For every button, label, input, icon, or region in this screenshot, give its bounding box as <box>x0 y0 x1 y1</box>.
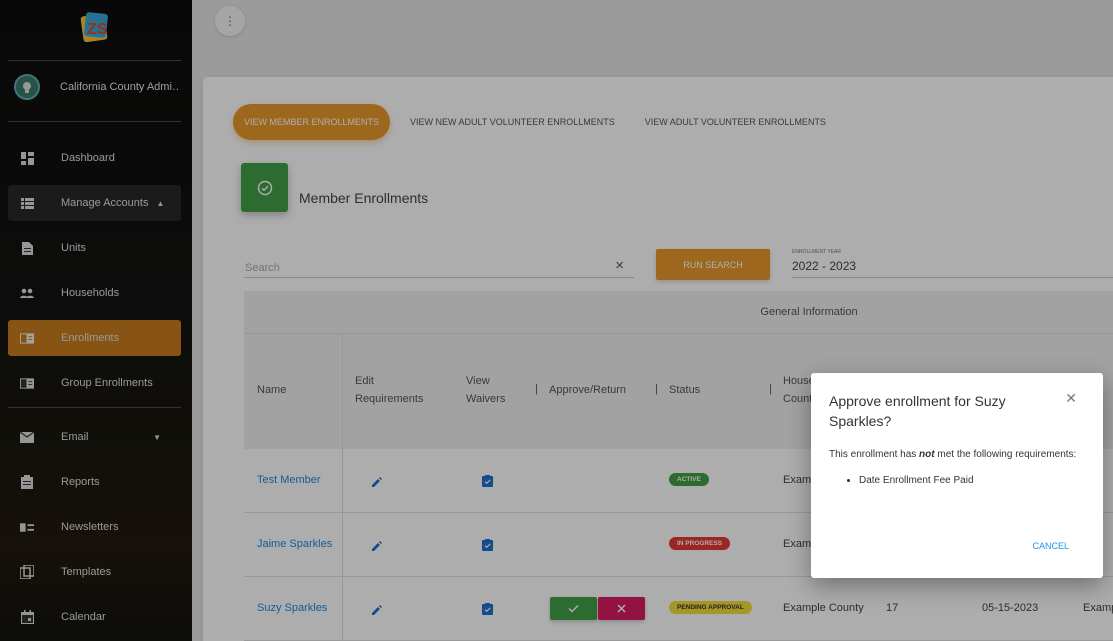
dialog-message: This enrollment has not met the followin… <box>829 449 1076 460</box>
dialog-title: Approve enrollment for Suzy Sparkles? <box>829 393 1006 429</box>
cancel-button[interactable]: Cancel <box>1032 541 1069 551</box>
message-emphasis: not <box>919 449 935 460</box>
requirement-item: Date Enrollment Fee Paid <box>859 475 974 486</box>
requirement-list: Date Enrollment Fee Paid <box>847 475 974 486</box>
close-icon[interactable]: ✕ <box>1065 390 1077 407</box>
approve-dialog: Approve enrollment for Suzy Sparkles? ✕ … <box>811 373 1103 578</box>
message-text: This enrollment has <box>829 449 920 460</box>
bullet-icon <box>847 478 850 482</box>
message-text: met the following requirements: <box>934 449 1077 460</box>
